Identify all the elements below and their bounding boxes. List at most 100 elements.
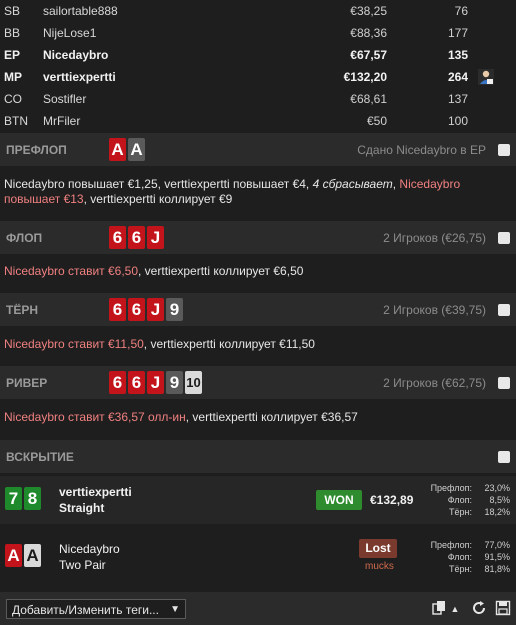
player-row-bb: BB NijeLose1 €88,36 177: [0, 22, 516, 44]
bottom-toolbar: Добавить/Изменить теги... ▼ ▲: [0, 592, 516, 625]
card: 6: [128, 298, 145, 321]
section-showdown: ВСКРЫТИЕ: [0, 440, 516, 473]
player-bb: 137: [447, 92, 468, 106]
player-position: EP: [4, 48, 21, 62]
loser-equity: Префлоп: 77,0% Флоп: 91,5% Тёрн: 81,8%: [410, 539, 510, 575]
player-row-co: CO Sostifler €68,61 137: [0, 88, 516, 110]
note-checkbox[interactable]: [498, 304, 510, 316]
player-stack: €67,57: [350, 48, 387, 62]
preflop-actions: Nicedaybro повышает €1,25, verttiexpertt…: [4, 177, 504, 207]
section-info: 2 Игроков (€26,75): [383, 231, 486, 245]
chevron-down-icon: ▼: [170, 604, 180, 615]
section-info: Сдано Nicedaybro в EP: [357, 143, 486, 157]
loser-name[interactable]: Nicedaybro: [59, 542, 120, 556]
section-title: ТЁРН: [6, 303, 39, 317]
card: 6: [128, 371, 145, 394]
action-text: Nicedaybro повышает €1,25, verttiexpertt…: [4, 177, 313, 191]
player-bb: 135: [447, 48, 468, 62]
river-actions: Nicedaybro ставит €36,57 олл-ин, verttie…: [4, 410, 504, 425]
player-bb: 100: [447, 114, 468, 128]
card: 6: [128, 226, 145, 249]
player-position: SB: [4, 4, 21, 18]
board-cards: 66J: [109, 226, 166, 250]
equity-value: 81,8%: [484, 564, 510, 574]
section-title: ПРЕФЛОП: [6, 143, 67, 157]
player-stack: €132,20: [343, 70, 387, 84]
section-info: 2 Игроков (€62,75): [383, 376, 486, 390]
players-table: SB sailortable888 €38,25 76 BB NijeLose1…: [0, 0, 516, 132]
player-stack: €68,61: [350, 92, 387, 106]
card: J: [147, 298, 164, 321]
player-bb: 177: [447, 26, 468, 40]
tags-dropdown[interactable]: Добавить/Изменить теги... ▼: [6, 599, 186, 619]
board-cards: 6 6 J 9 10: [109, 371, 204, 395]
copy-icon[interactable]: [430, 600, 448, 618]
player-position: CO: [4, 92, 22, 106]
card: 6: [109, 226, 126, 249]
note-checkbox[interactable]: [498, 144, 510, 156]
player-stack: €88,36: [350, 26, 387, 40]
note-checkbox[interactable]: [498, 451, 510, 463]
equity-value: 91,5%: [484, 552, 510, 562]
card: J: [147, 371, 164, 394]
section-title: ВСКРЫТИЕ: [6, 450, 74, 464]
equity-label: Флоп:: [447, 552, 472, 562]
equity-label: Флоп:: [447, 495, 472, 505]
section-river: РИВЕР 6 6 J 9 10 2 Игроков (€62,75): [0, 366, 516, 399]
card: A: [5, 544, 22, 567]
player-name[interactable]: Nicedaybro: [43, 48, 108, 62]
note-checkbox[interactable]: [498, 232, 510, 244]
equity-value: 77,0%: [484, 540, 510, 550]
section-turn: ТЁРН 66J9 2 Игроков (€39,75): [0, 293, 516, 326]
card: 6: [109, 298, 126, 321]
section-flop: ФЛОП 66J 2 Игроков (€26,75): [0, 221, 516, 254]
card: 10: [185, 371, 202, 394]
action-text: , verttiexpertti коллирует €36,57: [185, 410, 358, 424]
player-bb: 264: [447, 70, 468, 84]
card: 9: [166, 371, 183, 394]
equity-label: Префлоп:: [430, 540, 472, 550]
player-position: BB: [4, 26, 21, 40]
action-text: , verttiexpertti коллирует €9: [83, 192, 233, 206]
player-stack: €50: [366, 114, 387, 128]
section-title: РИВЕР: [6, 376, 48, 390]
showdown-winner-row: 78 verttiexpertti Straight WON €132,89 П…: [0, 476, 516, 524]
player-position: BTN: [4, 114, 28, 128]
player-name[interactable]: verttiexpertti: [43, 70, 116, 84]
loser-hand: Two Pair: [59, 558, 106, 572]
tags-dropdown-label: Добавить/Изменить теги...: [12, 603, 159, 617]
section-title: ФЛОП: [6, 231, 43, 245]
player-position: MP: [4, 70, 22, 84]
section-preflop: ПРЕФЛОП AA Сдано Nicedaybro в EP: [0, 133, 516, 166]
action-text: Nicedaybro ставит €11,50: [4, 337, 144, 351]
card: J: [147, 226, 164, 249]
card: 6: [109, 371, 126, 394]
player-row-mp: MP verttiexpertti €132,20 264: [0, 66, 516, 88]
won-badge: WON: [316, 490, 362, 510]
card: 8: [24, 487, 41, 510]
winner-name[interactable]: verttiexpertti: [59, 485, 132, 499]
player-name[interactable]: sailortable888: [43, 4, 118, 18]
refresh-icon[interactable]: [470, 600, 488, 618]
loser-cards: AA: [5, 544, 43, 567]
equity-label: Префлоп:: [430, 483, 472, 493]
save-icon[interactable]: [494, 600, 512, 618]
card: 7: [5, 487, 22, 510]
note-checkbox[interactable]: [498, 377, 510, 389]
action-text: , verttiexpertti коллирует €11,50: [143, 337, 315, 351]
action-text: Nicedaybro ставит €6,50: [4, 264, 139, 278]
showdown-loser-row: AA Nicedaybro Two Pair Lost mucks Префло…: [0, 533, 516, 581]
action-text: 4 сбрасывает: [312, 177, 393, 191]
lost-badge: Lost: [359, 539, 397, 558]
player-name[interactable]: MrFiler: [43, 114, 80, 128]
hero-avatar-icon: [478, 69, 494, 85]
player-row-sb: SB sailortable888 €38,25 76: [0, 0, 516, 22]
section-info: 2 Игроков (€39,75): [383, 303, 486, 317]
equity-value: 23,0%: [484, 483, 510, 493]
winner-hand: Straight: [59, 501, 105, 515]
winner-equity: Префлоп: 23,0% Флоп: 8,5% Тёрн: 18,2%: [410, 482, 510, 518]
player-name[interactable]: NijeLose1: [43, 26, 96, 40]
equity-value: 8,5%: [489, 495, 510, 505]
copy-options-icon[interactable]: ▲: [450, 600, 460, 618]
player-name[interactable]: Sostifler: [43, 92, 86, 106]
